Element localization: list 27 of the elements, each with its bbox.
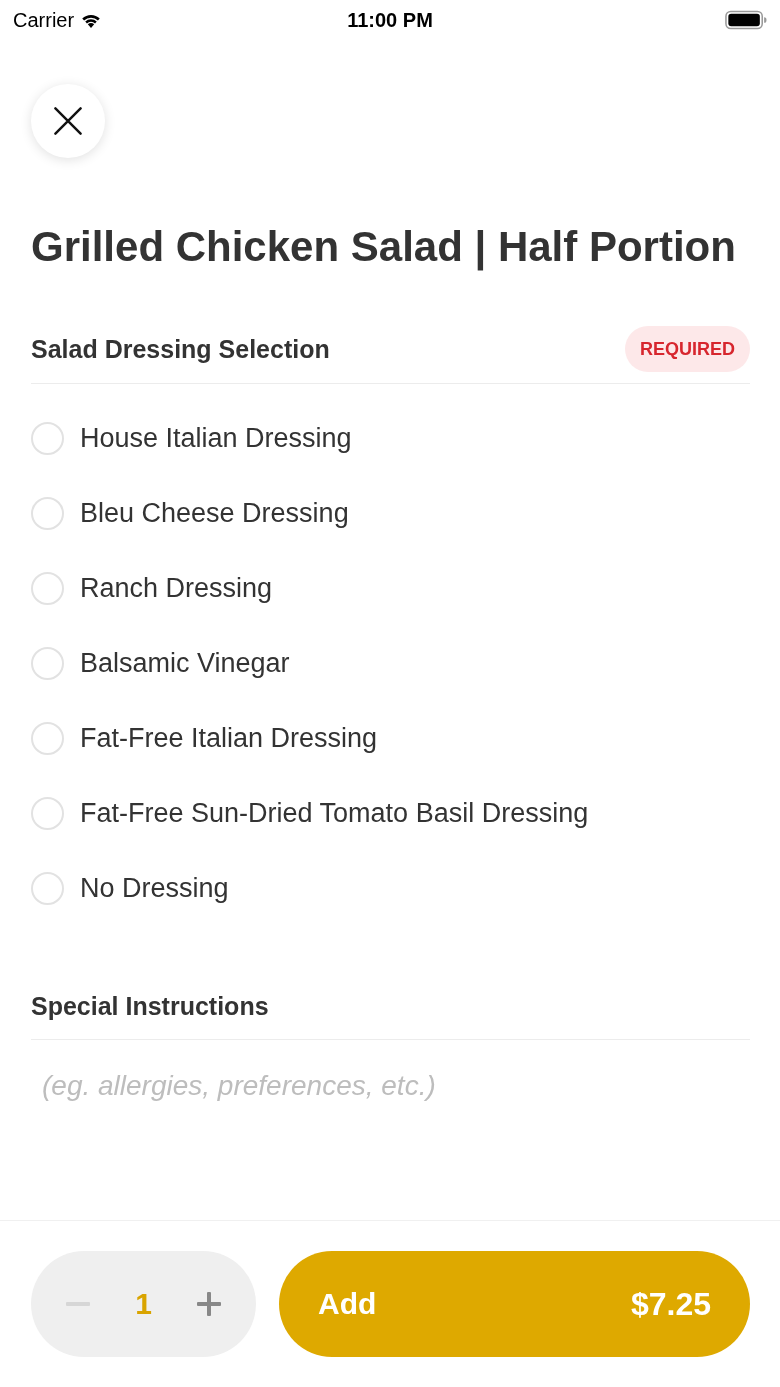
option-label[interactable]: Bleu Cheese Dressing	[80, 498, 349, 529]
radio-button[interactable]	[31, 422, 64, 455]
radio-button[interactable]	[31, 722, 64, 755]
option-label[interactable]: No Dressing	[80, 873, 229, 904]
section-heading: Special Instructions	[31, 991, 269, 1021]
wifi-icon	[80, 12, 103, 28]
plus-icon	[197, 1292, 221, 1316]
carrier-label: Carrier	[13, 8, 75, 32]
required-badge: REQUIRED	[625, 326, 750, 372]
price-label: $7.25	[630, 1285, 711, 1323]
close-icon	[54, 107, 82, 135]
radio-button[interactable]	[31, 872, 64, 905]
option-label[interactable]: Fat-Free Italian Dressing	[80, 723, 378, 754]
quantity-value: 1	[134, 1287, 153, 1321]
battery-icon	[725, 10, 767, 30]
option-label[interactable]: Balsamic Vinegar	[80, 648, 290, 679]
option-label[interactable]: Fat-Free Sun-Dried Tomato Basil Dressing	[80, 798, 589, 829]
radio-button[interactable]	[31, 572, 64, 605]
option-label[interactable]: House Italian Dressing	[80, 423, 352, 454]
section-heading: Salad Dressing Selection	[31, 334, 330, 364]
clock-time: 11:00 PM	[347, 8, 433, 32]
radio-button[interactable]	[31, 647, 64, 680]
radio-button[interactable]	[31, 497, 64, 530]
add-label: Add	[318, 1287, 377, 1321]
item-title: Grilled Chicken Salad | Half Portion	[31, 223, 737, 271]
option-label[interactable]: Ranch Dressing	[80, 573, 273, 604]
radio-button[interactable]	[31, 797, 64, 830]
